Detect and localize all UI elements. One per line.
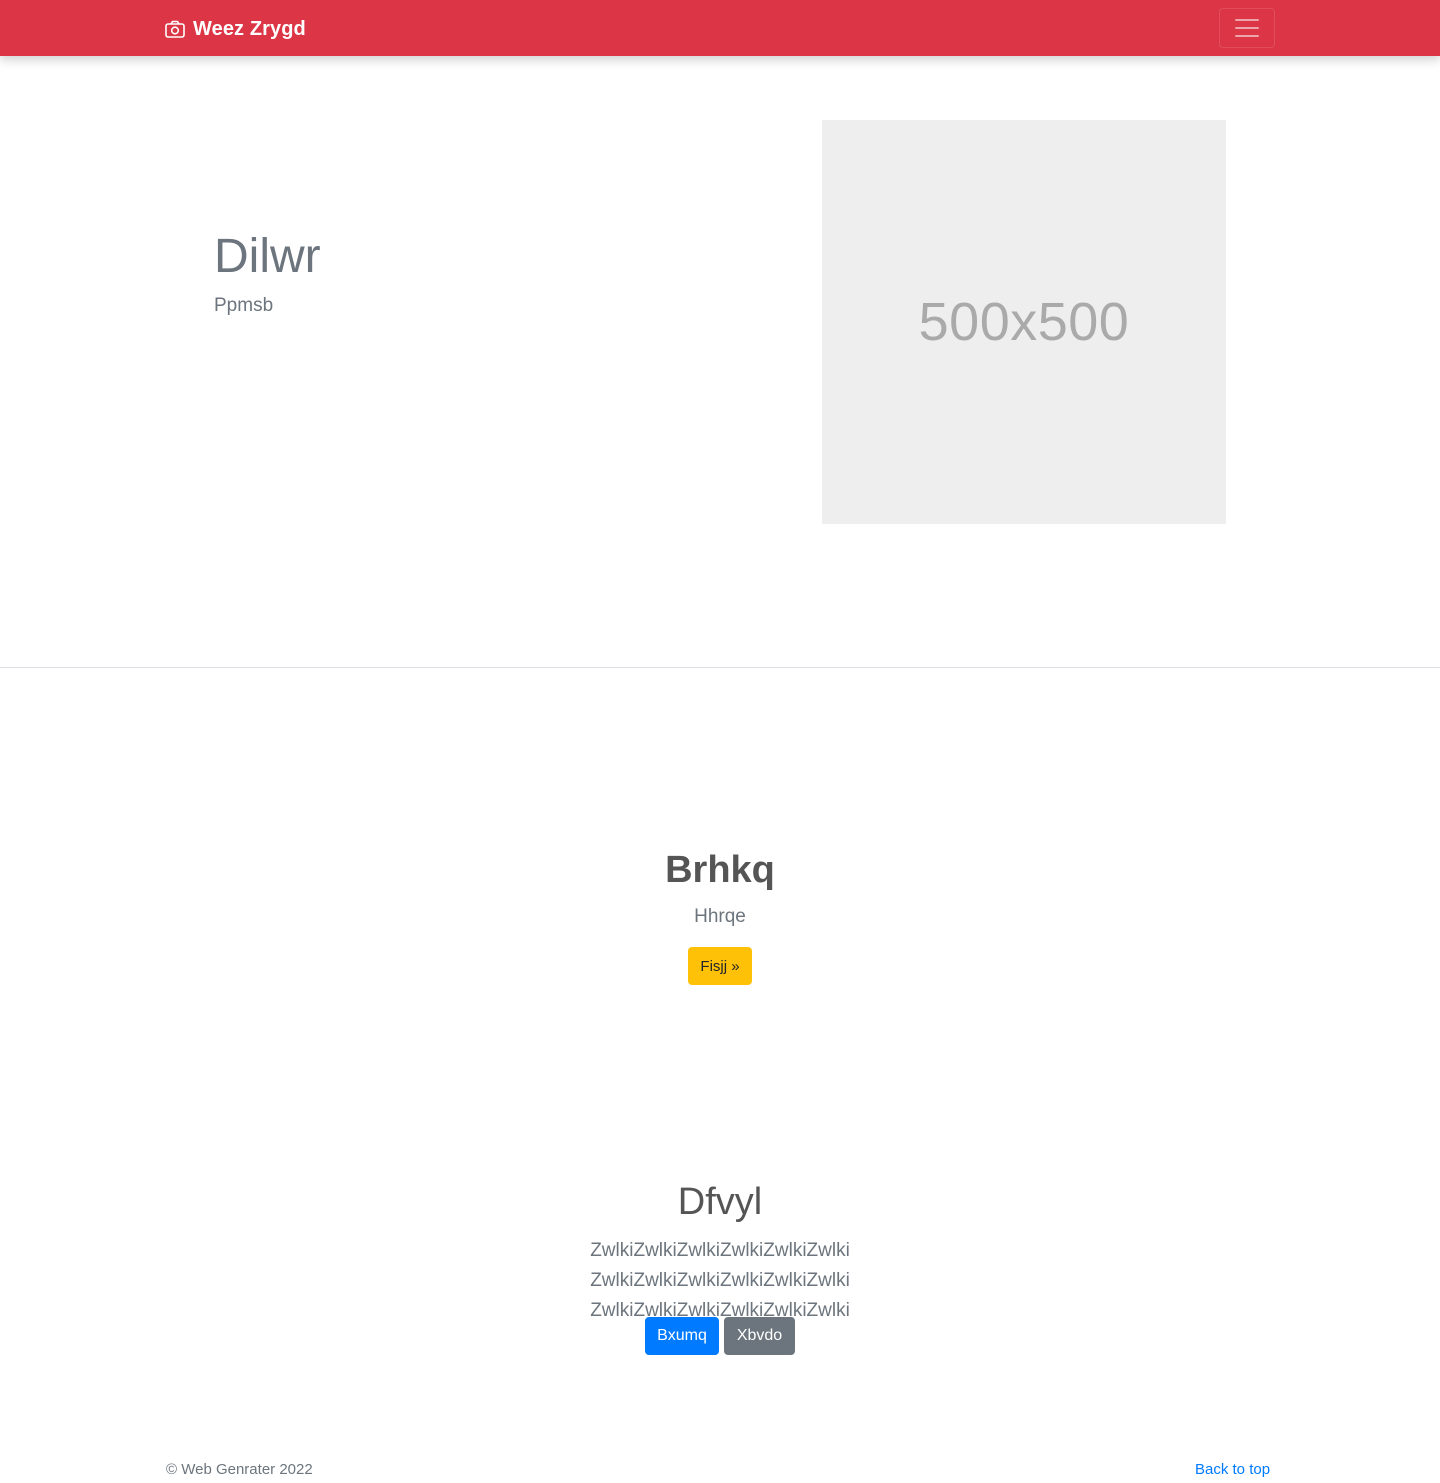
section-divider (0, 667, 1440, 668)
hero-subtitle: Ppmsb (214, 295, 274, 316)
brand-link[interactable]: Weez Zrygd (165, 15, 306, 43)
brand-name: Weez Zrygd (193, 17, 306, 40)
navbar-toggler-button[interactable] (1219, 8, 1275, 48)
primary-button[interactable]: Bxumq (645, 1317, 719, 1355)
hamburger-menu-icon (1235, 19, 1259, 37)
placeholder-label: 500x500 (918, 292, 1130, 352)
cta-button[interactable]: Fisjj » (688, 947, 752, 985)
cta-subtitle: Hhrqe (694, 906, 746, 927)
cta-title: Brhkq (665, 849, 775, 891)
camera-icon (165, 20, 185, 38)
info-title: Dfvyl (677, 1181, 763, 1223)
info-text: ZwlkiZwlkiZwlkiZwlkiZwlkiZwlki ZwlkiZwlk… (590, 1240, 850, 1321)
navbar: Weez Zrygd (0, 0, 1440, 56)
back-to-top-link[interactable]: Back to top (1195, 1461, 1270, 1478)
footer-copyright: © Web Genrater 2022 (166, 1461, 313, 1478)
hero-title: Dilwr (214, 230, 321, 283)
secondary-button[interactable]: Xbvdo (724, 1317, 795, 1355)
hero-image-placeholder: 500x500 (822, 120, 1226, 524)
